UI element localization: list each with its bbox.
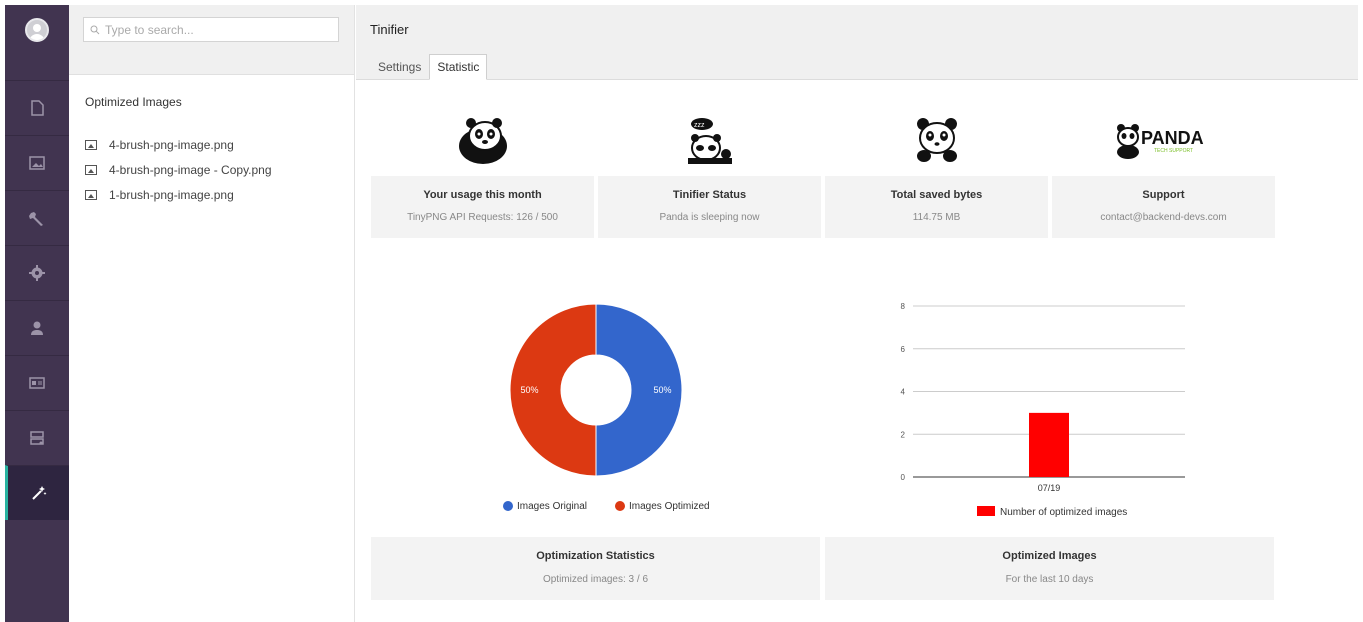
rail-item-settings[interactable] xyxy=(5,245,69,300)
card-optimization-statistics: 50% 50% Images Original Images Optimized Op… xyxy=(371,244,820,600)
card-title: Your usage this month xyxy=(423,189,542,201)
sleeping-panda-icon: zzz xyxy=(598,114,821,166)
panel-title: Optimized Images xyxy=(85,95,182,109)
chart-area: 0 2 4 6 8 07/19 Number of optimized images xyxy=(825,244,1274,537)
legend-swatch xyxy=(503,501,513,511)
side-panel: Optimized Images 4-brush-png-image.png 4… xyxy=(69,5,355,622)
slice-label: 50% xyxy=(653,385,671,395)
rail-item-tinifier[interactable] xyxy=(5,465,69,520)
rail-item-tools[interactable] xyxy=(5,190,69,245)
panda-face-icon xyxy=(825,114,1048,166)
card-value: contact@backend-devs.com xyxy=(1100,212,1227,223)
main-header: Tinifier Settings Statistic xyxy=(356,5,1358,80)
tab-statistic[interactable]: Statistic xyxy=(429,54,488,80)
card-usage: Your usage this month TinyPNG API Reques… xyxy=(371,104,594,238)
rail-item-pages[interactable] xyxy=(5,80,69,135)
card-title: Optimization Statistics xyxy=(536,550,655,562)
bar-chart: 0 2 4 6 8 07/19 Number of optimized images xyxy=(901,302,1185,518)
svg-text:zzz: zzz xyxy=(694,122,705,129)
image-file-icon xyxy=(85,139,97,150)
wrench-icon xyxy=(29,212,43,226)
y-tick-label: 4 xyxy=(901,388,906,397)
legend-label[interactable]: Images Optimized xyxy=(629,501,710,512)
rail-item-users[interactable] xyxy=(5,300,69,355)
card-support: PANDA TECH SUPPORT Support contact@backe… xyxy=(1052,104,1275,238)
legend-label[interactable]: Number of optimized images xyxy=(1000,507,1127,518)
x-tick-label: 07/19 xyxy=(1038,483,1061,493)
file-name: 1-brush-png-image.png xyxy=(109,187,234,202)
card-value: 114.75 MB xyxy=(912,212,961,223)
file-name: 4-brush-png-image - Copy.png xyxy=(109,162,272,177)
chart-area: 50% 50% Images Original Images Optimized xyxy=(371,244,820,537)
rail-item-storage[interactable] xyxy=(5,410,69,465)
file-list: 4-brush-png-image.png 4-brush-png-image … xyxy=(85,132,272,207)
image-file-icon xyxy=(85,189,97,200)
card-value: Panda is sleeping now xyxy=(659,212,760,223)
server-icon xyxy=(30,431,44,445)
image-file-icon xyxy=(85,164,97,175)
document-icon xyxy=(31,100,44,116)
magic-wand-icon xyxy=(31,486,46,500)
card-value: For the last 10 days xyxy=(1005,574,1094,585)
card-value: Optimized images: 3 / 6 xyxy=(542,574,649,585)
page-title: Tinifier xyxy=(370,22,409,37)
panda-logo-icon: PANDA TECH SUPPORT xyxy=(1052,122,1275,162)
legend-label[interactable]: Images Original xyxy=(517,501,587,512)
card-optimized-images: 0 2 4 6 8 07/19 Number of optimized images Opt… xyxy=(825,244,1274,600)
card-saved-bytes: Total saved bytes 114.75 MB xyxy=(825,104,1048,238)
panda-icon xyxy=(371,112,594,168)
search-input[interactable] xyxy=(105,22,325,37)
bar[interactable] xyxy=(1029,412,1069,477)
id-card-icon xyxy=(29,377,45,389)
y-tick-label: 6 xyxy=(901,345,906,354)
main-area: Tinifier Settings Statistic Your usage t… xyxy=(356,5,1358,622)
gear-icon xyxy=(29,265,45,281)
file-name: 4-brush-png-image.png xyxy=(109,137,234,152)
rail-item-contacts[interactable] xyxy=(5,355,69,410)
card-title: Support xyxy=(1142,189,1185,201)
search-box[interactable] xyxy=(83,17,339,42)
user-icon xyxy=(31,321,43,335)
card-title: Optimized Images xyxy=(1002,550,1097,562)
y-tick-label: 2 xyxy=(901,430,906,439)
app: Optimized Images 4-brush-png-image.png 4… xyxy=(0,0,1363,622)
card-status: zzz Tinifier Status Panda is sleeping no… xyxy=(598,104,821,238)
image-icon xyxy=(29,156,45,170)
tab-settings[interactable]: Settings xyxy=(370,54,429,80)
logo-text: PANDA xyxy=(1141,128,1204,148)
search-icon xyxy=(90,25,100,34)
card-value: TinyPNG API Requests: 126 / 500 xyxy=(407,212,558,223)
donut-chart: 50% 50% Images Original Images Optimized xyxy=(503,303,710,512)
legend-swatch xyxy=(615,501,625,511)
nav-rail xyxy=(5,5,69,622)
avatar[interactable] xyxy=(25,18,49,42)
search-area xyxy=(69,5,354,75)
file-item[interactable]: 4-brush-png-image - Copy.png xyxy=(85,157,272,182)
file-item[interactable]: 4-brush-png-image.png xyxy=(85,132,272,157)
y-tick-label: 8 xyxy=(901,302,906,311)
legend-swatch xyxy=(977,506,995,516)
file-item[interactable]: 1-brush-png-image.png xyxy=(85,182,272,207)
logo-subtext: TECH SUPPORT xyxy=(1154,148,1193,154)
card-title: Total saved bytes xyxy=(890,189,983,201)
card-title: Tinifier Status xyxy=(672,189,747,201)
slice-label: 50% xyxy=(520,385,538,395)
y-tick-label: 0 xyxy=(901,473,906,482)
tab-bar: Settings Statistic xyxy=(370,54,488,80)
rail-item-media[interactable] xyxy=(5,135,69,190)
